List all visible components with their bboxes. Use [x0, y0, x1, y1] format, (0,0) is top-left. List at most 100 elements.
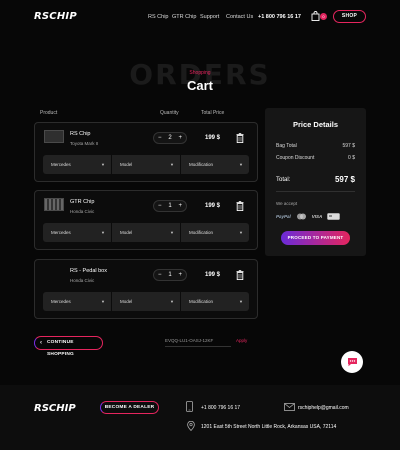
footer-email[interactable]: rschiphelp@gmail.com: [298, 405, 349, 411]
footer-phone[interactable]: +1 800 796 16 17: [201, 405, 240, 411]
modification-select-value: Modification: [189, 299, 214, 304]
continue-shopping-button[interactable]: ‹ CONTINUE SHOPPING: [34, 336, 103, 357]
payment-methods: PayPal VISA: [276, 211, 356, 221]
product-vehicle: Toyota Mark II: [70, 141, 99, 146]
quantity-value: 1: [168, 272, 172, 278]
vehicle-selectors: Mercedes ▼ Model ▼ Modification ▼: [43, 223, 249, 242]
coupon-discount-value: 0 $: [348, 155, 355, 161]
paypal-logo: PayPal: [276, 213, 291, 219]
modification-select-value: Modification: [189, 230, 214, 235]
cart-icon[interactable]: [311, 11, 320, 21]
card-logo: [327, 212, 340, 220]
item-price: 199 $: [205, 135, 221, 141]
header-logo[interactable]: RSCHIP: [34, 11, 77, 22]
product-name: RS - Pedal box: [70, 268, 107, 274]
chat-icon: [347, 358, 357, 367]
breadcrumb[interactable]: Shopping: [0, 70, 400, 76]
mastercard-logo: [296, 213, 307, 220]
modification-select-value: Modification: [189, 162, 214, 167]
product-vehicle: Honda Civic: [70, 209, 95, 214]
increase-button[interactable]: +: [178, 203, 182, 209]
price-details-title: Price Details: [292, 120, 339, 129]
shop-button[interactable]: SHOP: [333, 10, 366, 23]
cart-item: RS - Pedal box Honda Civic − 1 + 199 $ M…: [34, 259, 258, 319]
cart-item: GTR Chip Honda Civic − 1 + 199 $ Mercede…: [34, 190, 258, 250]
modification-select[interactable]: Modification ▼: [181, 155, 249, 174]
bag-total-value: 597 $: [342, 143, 355, 149]
increase-button[interactable]: +: [178, 135, 182, 141]
increase-button[interactable]: +: [178, 272, 182, 278]
location-pin-icon: [187, 421, 195, 431]
trash-icon[interactable]: [236, 270, 244, 280]
apply-coupon-button[interactable]: Apply: [236, 338, 247, 343]
chevron-left-icon: ‹: [40, 340, 43, 346]
bag-total-label: Bag Total: [276, 143, 297, 149]
modification-select[interactable]: Modification ▼: [181, 292, 249, 311]
column-header-total-price: Total Price: [201, 110, 225, 116]
caret-down-icon: ▼: [101, 162, 105, 167]
caret-down-icon: ▼: [101, 299, 105, 304]
trash-icon[interactable]: [236, 201, 244, 211]
modification-select[interactable]: Modification ▼: [181, 223, 249, 242]
nav-gtr-chip[interactable]: GTR Chip: [172, 14, 196, 20]
quantity-stepper: − 2 +: [153, 132, 187, 144]
product-image: [44, 130, 64, 143]
coupon-code-input[interactable]: EVQQ-LU1-OASJ-12KF: [165, 338, 231, 347]
column-header-product: Product: [40, 110, 58, 116]
model-select[interactable]: Model ▼: [112, 292, 181, 311]
coupon-discount-row: Coupon Discount 0 $: [276, 155, 355, 161]
caret-down-icon: ▼: [239, 299, 243, 304]
quantity-stepper: − 1 +: [153, 269, 187, 281]
caret-down-icon: ▼: [239, 230, 243, 235]
footer-logo[interactable]: RSCHIP: [34, 403, 76, 414]
cart-count-badge: 0: [320, 13, 327, 20]
bag-total-row: Bag Total 597 $: [276, 143, 355, 149]
divider: [276, 191, 355, 192]
product-image: [44, 198, 64, 211]
site-header: RSCHIP RS Chip GTR Chip Support Contact …: [0, 0, 400, 34]
header-phone[interactable]: +1 800 796 16 17: [258, 14, 301, 20]
model-select[interactable]: Model ▼: [112, 155, 181, 174]
model-select-value: Model: [120, 162, 133, 167]
model-select-value: Model: [120, 230, 133, 235]
make-select-value: Mercedes: [51, 230, 71, 235]
trash-icon[interactable]: [236, 133, 244, 143]
quantity-stepper: − 1 +: [153, 200, 187, 212]
decrease-button[interactable]: −: [158, 135, 162, 141]
product-name: GTR Chip: [70, 199, 95, 205]
model-select[interactable]: Model ▼: [112, 223, 181, 242]
make-select[interactable]: Mercedes ▼: [43, 155, 112, 174]
caret-down-icon: ▼: [239, 162, 243, 167]
product-name: RS Chip: [70, 131, 91, 137]
make-select-value: Mercedes: [51, 299, 71, 304]
nav-support[interactable]: Support: [200, 14, 219, 20]
vehicle-selectors: Mercedes ▼ Model ▼ Modification ▼: [43, 155, 249, 174]
footer-address: 1201 East 5th Street North Little Rock, …: [201, 424, 337, 430]
site-footer: RSCHIP BECOME A DEALER +1 800 796 16 17 …: [0, 385, 400, 450]
visa-logo: VISA: [311, 213, 323, 219]
decrease-button[interactable]: −: [158, 203, 162, 209]
caret-down-icon: ▼: [170, 299, 174, 304]
make-select[interactable]: Mercedes ▼: [43, 223, 112, 242]
chat-button[interactable]: [341, 351, 363, 373]
total-row: Total: 597 $: [276, 175, 355, 184]
product-vehicle: Honda Civic: [70, 278, 95, 283]
nav-contact-us[interactable]: Contact Us: [226, 14, 253, 20]
caret-down-icon: ▼: [101, 230, 105, 235]
price-details-panel: Price Details Bag Total 597 $ Coupon Dis…: [265, 108, 366, 256]
mail-icon: [284, 403, 295, 411]
model-select-value: Model: [120, 299, 133, 304]
nav-rs-chip[interactable]: RS Chip: [148, 14, 168, 20]
become-dealer-button[interactable]: BECOME A DEALER: [100, 401, 159, 414]
column-header-quantity: Quantity: [160, 110, 179, 116]
vehicle-selectors: Mercedes ▼ Model ▼ Modification ▼: [43, 292, 249, 311]
we-accept-label: We accept: [276, 201, 298, 206]
decrease-button[interactable]: −: [158, 272, 162, 278]
make-select[interactable]: Mercedes ▼: [43, 292, 112, 311]
caret-down-icon: ▼: [170, 162, 174, 167]
total-value: 597 $: [334, 175, 355, 184]
quantity-value: 2: [168, 135, 172, 141]
continue-shopping-label: CONTINUE SHOPPING: [47, 340, 74, 357]
product-image: [44, 267, 64, 280]
proceed-to-payment-button[interactable]: PROCEED TO PAYMENT: [281, 231, 350, 245]
